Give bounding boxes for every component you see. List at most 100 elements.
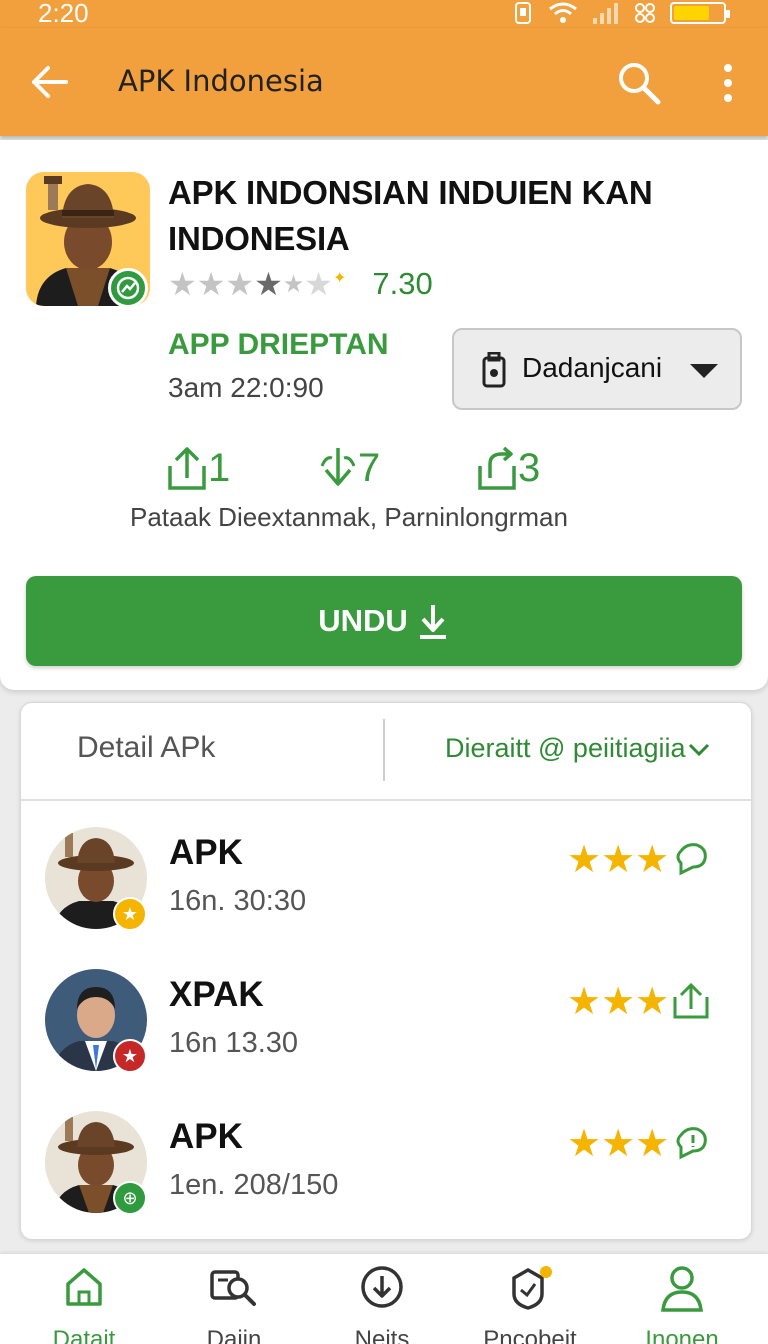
divider (21, 799, 751, 801)
verified-badge (108, 268, 148, 308)
star-icon: ★ (601, 1121, 636, 1165)
nav-label: Neits (354, 1326, 410, 1344)
wifi-icon (549, 2, 577, 23)
app-bar: APK Indonesia (0, 28, 768, 136)
nav-item-search[interactable]: Daiin (164, 1264, 304, 1344)
more-menu-button[interactable] (714, 60, 742, 106)
nav-label: Pncobeit (483, 1326, 577, 1344)
search-icon (619, 63, 661, 105)
stat-uploads: 1 (166, 440, 230, 496)
nav-label: Inonen (645, 1326, 719, 1344)
vibrate-icon (635, 3, 655, 23)
dropdown-label: Dadanjcani (522, 352, 663, 383)
nav-item-home[interactable]: Datait (14, 1264, 154, 1344)
item-rating: ★ ★ ★ (567, 839, 711, 879)
app-info-card: APK INDONSIAN INDUIEN KAN INDONESIA ★ ★ … (0, 140, 768, 690)
tab-detail[interactable]: Detail APk (77, 731, 215, 765)
tab-filter-label: Dieraitt @ peiitiagiia (445, 733, 686, 763)
bottom-navigation: Datait Daiin Neits Pncobeit Inonen (0, 1254, 768, 1344)
rating-value: 7.30 (372, 266, 433, 301)
star-icon: ★ (168, 265, 197, 303)
nav-item-badges[interactable]: Pncobeit (460, 1264, 600, 1344)
stat-shares: 3 (476, 440, 540, 496)
star-icon: ★ (254, 265, 283, 303)
status-time: 2:20 (38, 0, 89, 28)
star-icon: ★ (635, 837, 670, 881)
info-chat-icon[interactable] (671, 1123, 711, 1163)
item-rating: ★ ★ ★ (567, 981, 711, 1021)
arrow-left-icon (32, 66, 68, 98)
status-icons (514, 2, 730, 24)
star-icon: ★ (567, 837, 602, 881)
download-arrow-icon (320, 448, 356, 486)
item-title: APK (169, 1117, 243, 1156)
version-dropdown[interactable]: Dadanjcani (452, 328, 742, 410)
badge-shield-icon (512, 1266, 552, 1310)
app-name: APK INDONSIAN INDUIEN KAN INDONESIA (168, 174, 653, 257)
nav-label: Datait (52, 1326, 116, 1344)
download-button[interactable]: UNDU (26, 576, 742, 666)
star-icon: ★ (225, 265, 255, 303)
more-vert-icon (724, 64, 732, 102)
stat-downloads: 7 (318, 440, 380, 496)
trending-icon (116, 276, 140, 300)
star-icon: ★ (196, 265, 226, 303)
star-icon: ★ (121, 903, 139, 925)
status-bar: 2:20 (0, 0, 768, 28)
list-item[interactable]: ⊕ APK 1en. 208/150 ★ ★ ★ (21, 1111, 751, 1231)
item-subtitle: 1en. 208/150 (169, 1169, 339, 1201)
nav-item-downloads[interactable]: Neits (312, 1264, 452, 1344)
star-icon: ★ (121, 1045, 139, 1067)
back-button[interactable] (26, 58, 74, 106)
star-icon: ★ (601, 837, 636, 881)
list-item[interactable]: ★ APK 16n. 30:30 ★ ★ ★ (21, 827, 751, 947)
page-title: APK Indonesia (118, 64, 324, 98)
detail-card: Detail APk Dieraitt @ peiitiagiia ★ APK … (20, 702, 752, 1240)
nfc-icon (515, 2, 531, 24)
star-icon: ★ (635, 979, 670, 1023)
stat-value: 1 (208, 445, 231, 490)
download-circle-icon (361, 1266, 403, 1308)
star-icon: ★ (601, 979, 636, 1023)
item-subtitle: 16n 13.30 (169, 1027, 299, 1059)
profile-icon (661, 1266, 703, 1312)
item-title: XPAK (169, 975, 264, 1014)
stat-value: 7 (358, 445, 381, 490)
search-button[interactable] (614, 58, 664, 108)
item-subtitle: 16n. 30:30 (169, 885, 307, 917)
upload-tray-icon (168, 447, 206, 490)
share-icon[interactable] (671, 981, 711, 1021)
item-title: APK (169, 833, 243, 872)
battery-icon (670, 2, 730, 24)
tab-divider (383, 719, 385, 781)
nav-label: Daiin (206, 1326, 262, 1344)
star-icon: ★ (567, 979, 602, 1023)
sparkle-icon: ✦ (332, 268, 347, 287)
signal-icon (593, 3, 618, 24)
stat-value: 3 (518, 445, 541, 490)
avatar-badge: ★ (113, 1039, 147, 1073)
star-icon: ★ (567, 1121, 602, 1165)
nav-item-profile[interactable]: Inonen (612, 1264, 752, 1344)
list-item[interactable]: ★ XPAK 16n 13.30 ★ ★ ★ (21, 969, 751, 1089)
star-icon: ★ (304, 265, 333, 303)
item-rating: ★ ★ ★ (567, 1123, 711, 1163)
chevron-down-icon (690, 364, 718, 378)
stats-caption: Pataak Dieextanmak, Parninlongrman (130, 502, 568, 532)
avatar-badge: ★ (113, 897, 147, 931)
avatar-badge: ⊕ (113, 1181, 147, 1215)
chat-icon[interactable] (671, 839, 711, 879)
rating-row: ★ ★ ★ ★ ★ ★ ✦ 7.30 (168, 262, 433, 306)
battery-fill (674, 6, 709, 20)
download-icon (419, 605, 446, 639)
share-tray-icon (478, 446, 516, 490)
plus-icon: ⊕ (122, 1187, 138, 1209)
chevron-down-icon (688, 743, 709, 756)
search-image-icon (210, 1270, 256, 1306)
star-icon: ★ (635, 1121, 670, 1165)
star-half-icon: ★ (282, 270, 305, 298)
tab-filter[interactable]: Dieraitt @ peiitiagiia (445, 733, 712, 764)
developer-label[interactable]: APP DRIEPTAN (168, 328, 389, 362)
device-icon (482, 352, 506, 388)
developer-date: 3am 22:0:90 (168, 372, 324, 403)
